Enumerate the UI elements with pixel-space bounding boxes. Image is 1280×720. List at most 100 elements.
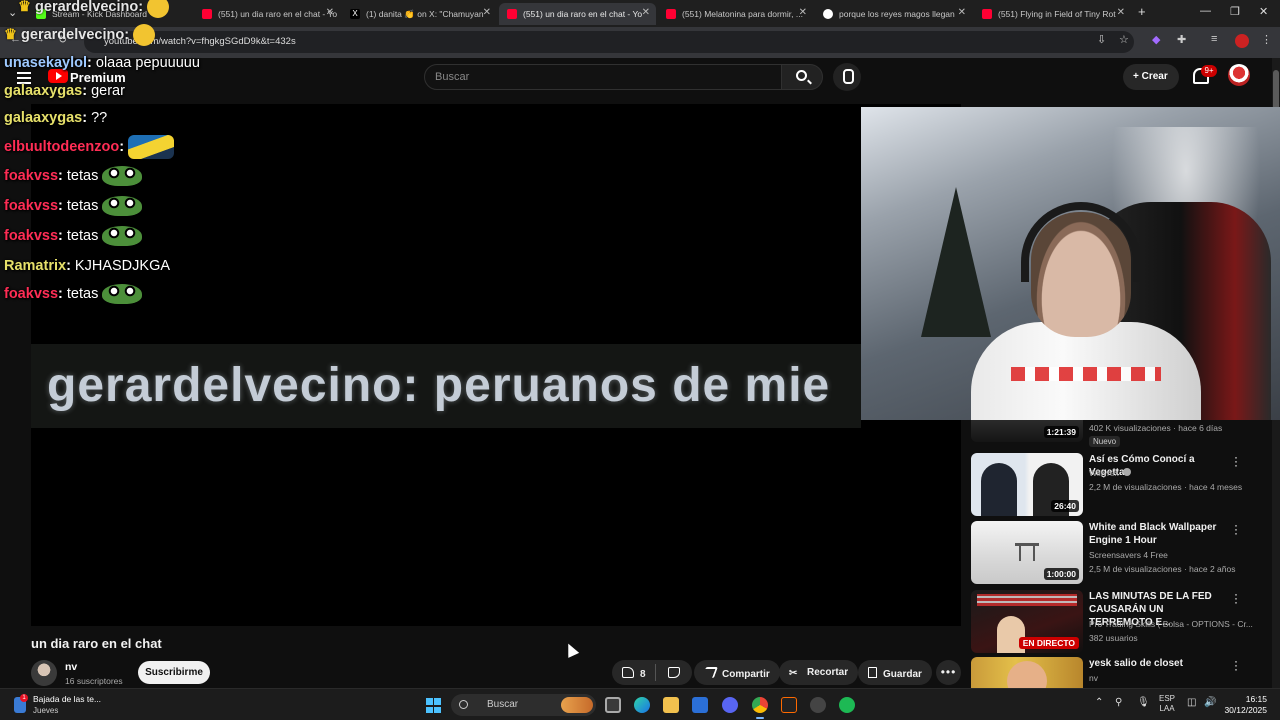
browser-tab[interactable]: (551) un dia raro en el chat - Yo ✕ — [194, 3, 340, 25]
extensions-puzzle-icon[interactable]: ✚ — [1177, 33, 1186, 46]
network-off-icon[interactable]: ⚲ — [1115, 697, 1122, 708]
active-app-indicator — [756, 717, 764, 719]
thumbs-up-icon[interactable] — [622, 667, 634, 678]
chat-username: foakvss — [4, 167, 59, 184]
discord-icon[interactable] — [722, 697, 738, 713]
close-icon[interactable]: ✕ — [958, 7, 966, 18]
chat-colon: : — [119, 138, 125, 155]
chat-text: KJHASDJKGA — [70, 258, 171, 274]
video-player[interactable]: gerardelvecino: peruanos de mie — [31, 104, 961, 626]
close-icon[interactable]: ✕ — [642, 7, 650, 18]
recommendation-channel[interactable]: nv — [1089, 673, 1098, 683]
browser-tab[interactable]: X (1) danita 👏 on X: "Chamuyan ✕ — [342, 3, 497, 25]
browser-tab[interactable]: porque los reyes magos llegan ✕ — [815, 3, 972, 25]
close-icon[interactable]: ✕ — [1117, 7, 1125, 18]
share-icon — [701, 667, 719, 678]
previous-recommendation-thumbnail[interactable]: 1:21:39 — [971, 420, 1083, 442]
close-icon[interactable]: ✕ — [799, 7, 807, 18]
system-clock[interactable]: 16:15 30/12/2025 — [1223, 694, 1267, 716]
tab-label: (551) un dia raro en el chat - Yo — [218, 9, 338, 19]
frog-emote-icon — [102, 226, 143, 246]
clip-button[interactable]: ✂ Recortar — [779, 660, 859, 685]
close-icon[interactable]: ✕ — [326, 7, 334, 18]
profile-avatar[interactable] — [1235, 34, 1249, 48]
minimize-icon[interactable]: — — [1200, 5, 1211, 17]
language-indicator[interactable]: ESP LAA — [1159, 694, 1175, 714]
recommendation-item[interactable]: yesk salio de closet nv · · · — [971, 657, 1261, 688]
obs-icon[interactable] — [781, 697, 797, 713]
save-label: Guardar — [883, 669, 922, 680]
recommendation-channel[interactable]: Pro Trading Skills ( Bolsa - OPTIONS - C… — [1089, 619, 1253, 629]
task-view-icon[interactable] — [605, 697, 621, 713]
spotify-icon[interactable] — [839, 697, 855, 713]
windows-start-icon[interactable] — [426, 698, 441, 713]
browser-tab[interactable]: (551) Melatonina para dormir, ... ✕ — [658, 3, 813, 25]
recommendation-item[interactable]: 1:00:00 White and Black Wallpaper Engine… — [971, 519, 1261, 587]
more-actions-icon[interactable]: · · · — [1229, 657, 1243, 675]
browser-tab-active[interactable]: (551) un dia raro en el chat - Yo ✕ — [499, 3, 656, 25]
window-close-icon[interactable]: ✕ — [1259, 5, 1268, 18]
torii-gate — [1019, 543, 1021, 561]
search-highlight-art — [561, 697, 593, 713]
voice-search-icon[interactable] — [833, 63, 861, 91]
more-actions-button[interactable]: ••• — [936, 660, 961, 685]
bookmark-star-icon[interactable]: ☆ — [1119, 33, 1129, 46]
chat-username: Ramatrix — [4, 258, 67, 274]
screen: ⌄ Stream - Kick Dashboard (551) un dia r… — [0, 0, 1280, 720]
recommendation-item[interactable]: 26:40 Así es Cómo Conocí a Vegetta Willy… — [971, 451, 1261, 519]
tab-label: (551) Melatonina para dormir, ... — [682, 9, 803, 19]
chat-message: galaaxygas: gerar — [4, 83, 125, 99]
chrome-icon[interactable] — [752, 697, 768, 713]
volume-icon[interactable]: 🔊 — [1204, 697, 1216, 708]
youtube-icon — [507, 9, 517, 19]
tab-search-icon[interactable]: ≡ — [1211, 33, 1217, 45]
channel-name[interactable]: nv — [65, 661, 77, 673]
recommendation-channel[interactable]: Screensavers 4 Free — [1089, 550, 1168, 560]
search-button[interactable] — [781, 64, 823, 90]
chat-message: foakvss: tetas — [4, 226, 143, 246]
mic-icon[interactable]: 🎙 — [1137, 697, 1150, 708]
file-explorer-icon[interactable] — [663, 697, 679, 713]
emote-face-icon — [133, 24, 156, 46]
recommendation-title[interactable]: yesk salio de closet — [1089, 657, 1229, 670]
tab-search-icon[interactable]: ⌄ — [8, 6, 17, 19]
create-button[interactable]: + Crear — [1123, 64, 1179, 90]
app-icon[interactable] — [810, 697, 826, 713]
install-app-icon[interactable]: ⇩ — [1097, 33, 1106, 46]
address-bar-row: ← → ↻ youtube.com/watch?v=fhgkgSGdD9k&t=… — [0, 27, 1280, 58]
browser-menu-icon[interactable]: ⋮ — [1261, 33, 1272, 46]
thumbs-down-icon[interactable] — [668, 667, 680, 678]
more-actions-icon[interactable]: · · · — [1229, 451, 1243, 471]
store-icon[interactable] — [692, 697, 708, 713]
wifi-icon[interactable]: ◫ — [1187, 697, 1196, 708]
search-input[interactable]: Buscar — [424, 64, 782, 90]
x-icon: X — [350, 9, 360, 19]
maximize-icon[interactable]: ❐ — [1230, 5, 1240, 18]
recommendation-item[interactable]: EN DIRECTO LAS MINUTAS DE LA FED CAUSARÁ… — [971, 588, 1261, 656]
tab-label: (551) un dia raro en el chat - Yo — [523, 9, 643, 19]
chat-message: Ramatrix: KJHASDJKGA — [4, 258, 170, 274]
extension-icon[interactable]: ◆ — [1152, 33, 1160, 46]
more-actions-icon[interactable]: · · · — [1229, 588, 1243, 608]
share-button[interactable]: Compartir — [694, 660, 780, 685]
previous-recommendation-meta: 402 K visualizaciones · hace 6 días — [1089, 423, 1223, 433]
channel-avatar[interactable] — [31, 660, 57, 686]
recommendation-title[interactable]: White and Black Wallpaper Engine 1 Hour — [1089, 521, 1229, 547]
subscribe-button[interactable]: Suscribirme — [138, 661, 210, 684]
browser-tab[interactable]: (551) Flying in Field of Tiny Rot ✕ — [974, 3, 1131, 25]
edge-icon[interactable] — [634, 697, 650, 713]
close-icon[interactable]: ✕ — [483, 7, 491, 18]
chat-message: elbuultodeenzoo: — [4, 135, 175, 159]
chat-message: foakvss: tetas — [4, 284, 143, 304]
new-badge: Nuevo — [1089, 436, 1121, 447]
tray-chevron-icon[interactable]: ⌃ — [1095, 697, 1103, 708]
address-bar[interactable]: youtube.com/watch?v=fhgkgSGdD9k&t=432s — [84, 31, 1134, 53]
save-button[interactable]: Guardar — [858, 660, 932, 685]
youtube-logo-icon[interactable] — [48, 69, 68, 83]
more-actions-icon[interactable]: · · · — [1229, 519, 1243, 539]
widget-notice-title[interactable]: Bajada de las te... — [33, 694, 101, 704]
account-avatar[interactable] — [1228, 64, 1250, 86]
clock-time: 16:15 — [1245, 694, 1267, 704]
new-tab-button[interactable]: + — [1138, 4, 1146, 19]
recommendation-channel[interactable]: Willyrex — [1089, 468, 1131, 478]
